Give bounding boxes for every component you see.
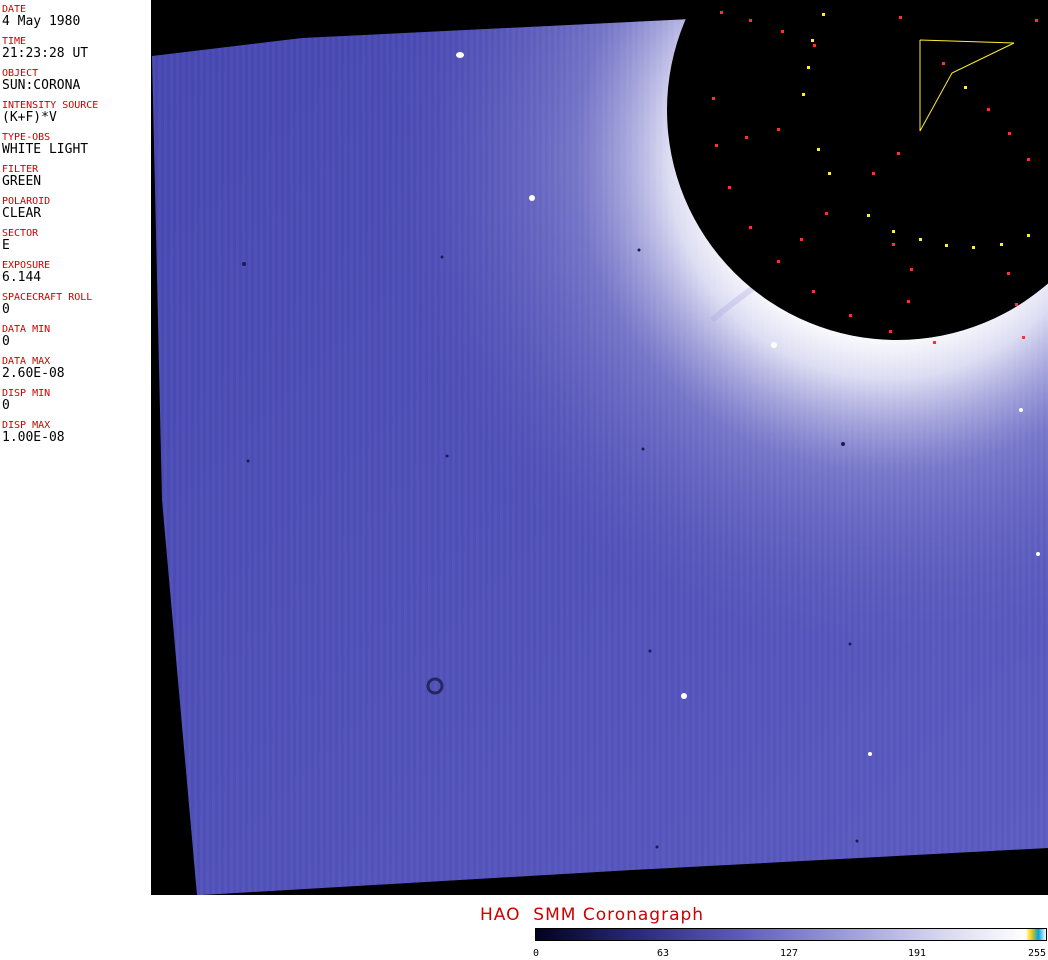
meta-disp-min: DISP MIN 0 <box>2 388 51 413</box>
meta-data-min: DATA MIN 0 <box>2 324 51 349</box>
meta-object: OBJECT SUN:CORONA <box>2 68 81 93</box>
colorbar <box>535 928 1047 941</box>
meta-sector: SECTOR E <box>2 228 39 253</box>
colorbar-tick-63: 63 <box>657 948 670 959</box>
meta-spacecraft-roll: SPACECRAFT ROLL 0 <box>2 292 93 317</box>
colorbar-tick-0: 0 <box>533 948 540 959</box>
colorbar-tick-191: 191 <box>908 948 927 959</box>
meta-polaroid: POLAROID CLEAR <box>2 196 51 221</box>
metadata-panel: DATE 4 May 1980 TIME 21:23:28 UT OBJECT SUN… <box>0 0 152 895</box>
meta-filter: FILTER GREEN <box>2 164 42 189</box>
coronagraph-image <box>152 0 1048 895</box>
colorbar-tick-255: 255 <box>1028 948 1047 959</box>
meta-disp-max: DISP MAX 1.00E-08 <box>2 420 65 445</box>
meta-data-max: DATA MAX 2.60E-08 <box>2 356 65 381</box>
meta-date: DATE 4 May 1980 <box>2 4 81 29</box>
coronagraph-image-svg <box>152 0 1048 895</box>
meta-type-obs: TYPE-OBS WHITE LIGHT <box>2 132 89 157</box>
meta-time: TIME 21:23:28 UT <box>2 36 89 61</box>
meta-exposure: EXPOSURE 6.144 <box>2 260 51 285</box>
meta-intensity-source: INTENSITY SOURCE (K+F)*V <box>2 100 99 125</box>
colorbar-tick-127: 127 <box>780 948 799 959</box>
footer-title: HAO SMM Coronagraph <box>480 905 705 925</box>
